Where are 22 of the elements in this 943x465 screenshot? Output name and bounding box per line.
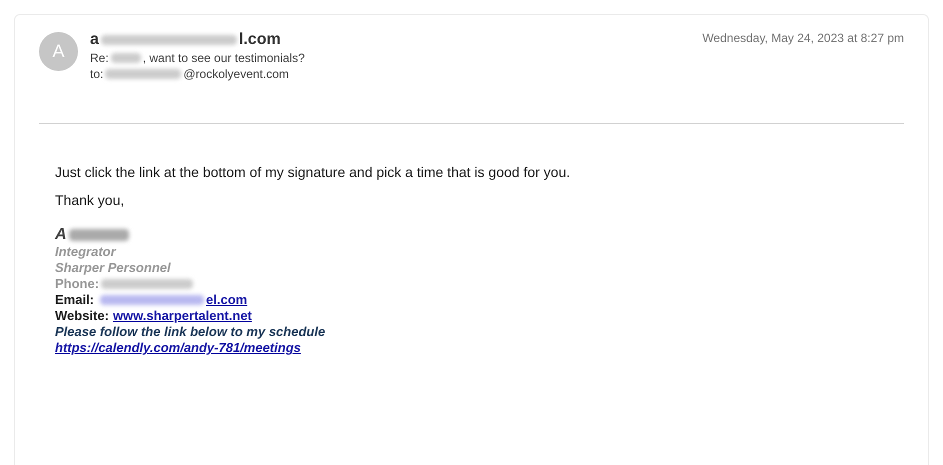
sender-text: l.com (238, 31, 281, 49)
recipient-text: @rockolyevent.com (183, 67, 289, 81)
schedule-note: Please follow the link below to my schedule (55, 324, 326, 340)
phone-label: Phone: (55, 276, 100, 292)
recipient-label: to: (90, 67, 104, 81)
date-text: Wednesday, May 24, 2023 at 8:27 pm (702, 31, 904, 45)
sender-text: a (90, 31, 99, 49)
website-link[interactable]: www.sharpertalent.net (112, 308, 252, 324)
email-link[interactable]: el.com (98, 292, 248, 308)
redaction-blur (68, 229, 129, 241)
body-paragraph: Just click the link at the bottom of my signature and pick a time that is good for you. (55, 164, 572, 180)
calendar-link[interactable]: https://calendly.com/andy-781/meetings (55, 340, 301, 356)
website-label: Website: (55, 308, 109, 324)
redaction-blur (110, 53, 141, 63)
body-paragraph: Thank you, (55, 192, 126, 208)
email-label: Email: (55, 292, 94, 308)
subject-text: , want to see our testimonials? (142, 51, 305, 65)
signature-company: Sharper Personnel (55, 260, 172, 276)
subject-text: Re: (90, 51, 109, 65)
signature-name: A (55, 226, 67, 244)
avatar: A (39, 32, 78, 71)
signature-title: Integrator (55, 244, 118, 260)
